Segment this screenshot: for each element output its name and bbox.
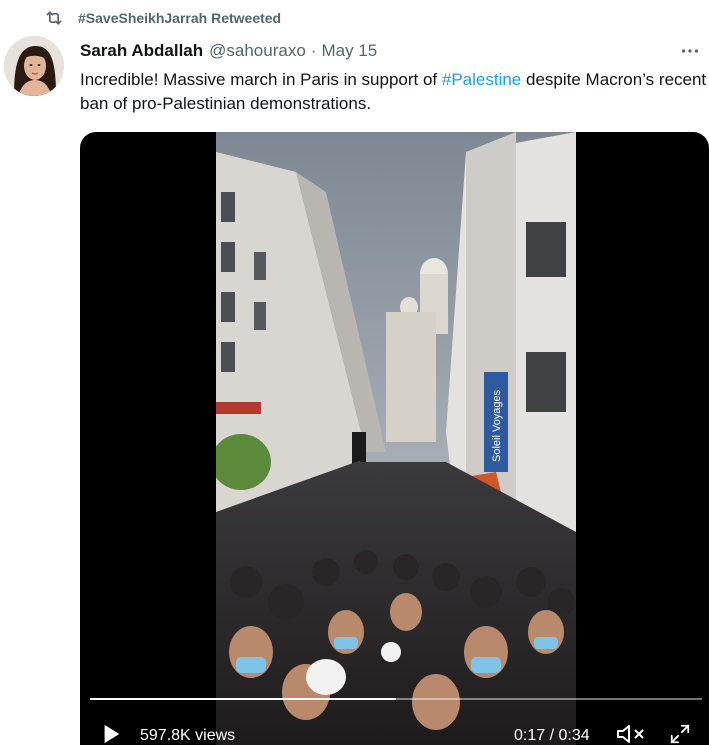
- tweet-header: Sarah Abdallah @sahouraxo · May 15: [80, 40, 701, 62]
- header-separator: ·: [310, 41, 317, 60]
- video-progress-fill: [90, 698, 396, 700]
- hashtag-link[interactable]: #Palestine: [442, 70, 521, 89]
- video-frame[interactable]: Soleil Voyages: [216, 132, 576, 745]
- video-still: Soleil Voyages: [216, 132, 576, 745]
- play-icon[interactable]: [100, 723, 122, 745]
- tweet-date[interactable]: May 15: [321, 41, 377, 61]
- video-duration: 0:34: [558, 727, 590, 744]
- tweet-text-start: Incredible! Massive march in Paris in su…: [80, 70, 442, 89]
- video-controls: 597.8K views 0:17 / 0:34: [80, 717, 709, 745]
- retweet-icon: [46, 11, 62, 25]
- fullscreen-icon[interactable]: [668, 723, 692, 745]
- video-player[interactable]: Soleil Voyages 597.8K views 0:17 / 0:34: [80, 132, 709, 745]
- social-context[interactable]: #SaveSheikhJarrah Retweeted: [44, 8, 281, 28]
- video-timecode: 0:17 / 0:34: [514, 727, 590, 745]
- author-display-name[interactable]: Sarah Abdallah: [80, 41, 203, 61]
- avatar-image: [4, 36, 64, 96]
- tweet-text: Incredible! Massive march in Paris in su…: [80, 68, 708, 116]
- author-handle[interactable]: @sahouraxo: [209, 41, 306, 61]
- current-time: 0:17: [514, 727, 546, 744]
- mute-icon[interactable]: [616, 723, 646, 745]
- avatar[interactable]: [4, 36, 64, 96]
- video-progress-bar[interactable]: [90, 698, 702, 700]
- more-icon[interactable]: [679, 40, 701, 62]
- time-separator: /: [545, 727, 559, 744]
- retweeted-by-label[interactable]: #SaveSheikhJarrah Retweeted: [78, 10, 281, 26]
- banner-text: Soleil Voyages: [491, 389, 503, 462]
- view-count: 597.8K views: [140, 727, 236, 744]
